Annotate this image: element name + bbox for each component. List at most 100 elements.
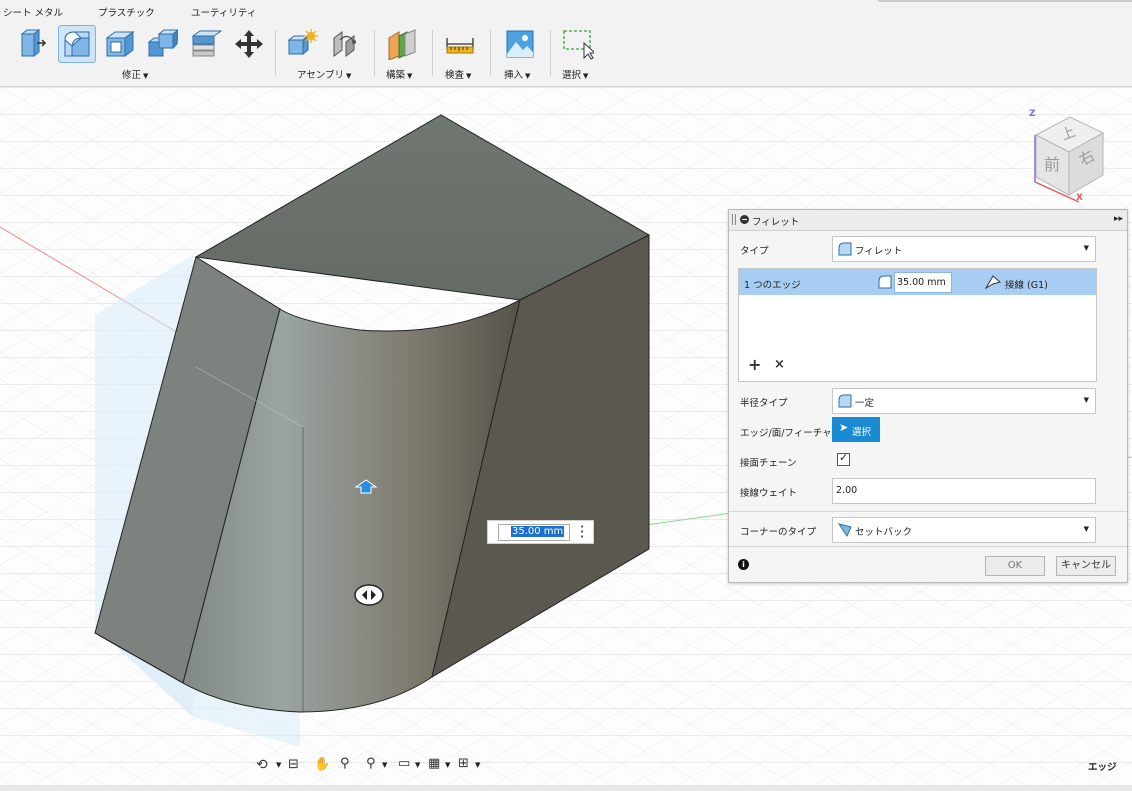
chevron-down-icon: ▼ [407, 72, 413, 80]
radius-icon [878, 275, 892, 289]
toolbar: シート メタル プラスチック ユーティリティ 修正 ▼ アセンブリ ▼ 構築 ▼ 検査… [0, 0, 1132, 87]
more-options-icon[interactable]: · · · [580, 521, 584, 542]
navigation-bar: ⟲ ▼ ⊟ ✋ ⚲ ⚲ ▼ ▭ ▼ ▦ ▼ ⊞ ▼ [252, 754, 492, 778]
new-component-button[interactable] [284, 26, 320, 62]
chevron-down-icon: ▼ [583, 72, 589, 80]
insert-image-button[interactable] [502, 26, 538, 62]
insert-label: 挿入 [504, 70, 524, 81]
joint-button[interactable] [328, 26, 364, 62]
select-button-label: 選択 [852, 427, 872, 438]
insert-menu[interactable]: 挿入 ▼ [504, 67, 530, 81]
press-pull-button[interactable] [15, 26, 51, 62]
move-button[interactable] [231, 26, 267, 62]
move-icon [235, 30, 263, 58]
chevron-down-icon: ▼ [346, 72, 352, 80]
divider [550, 30, 551, 76]
radius-type-label: 半径タイプ [740, 398, 788, 409]
select-window-icon [563, 30, 594, 60]
chevron-down-icon: ▼ [1083, 396, 1089, 404]
divider [729, 546, 1127, 547]
fit-icon[interactable]: ⚲ [366, 756, 376, 771]
offset-plane-button[interactable] [383, 26, 419, 62]
setback-icon [838, 523, 852, 537]
type-dropdown[interactable]: フィレット ▼ [832, 236, 1096, 262]
construct-menu[interactable]: 構築 ▼ [386, 67, 412, 81]
chevron-down-icon[interactable]: ▼ [475, 761, 480, 769]
offset-plane-icon [388, 29, 416, 60]
divider [729, 511, 1127, 512]
shell-icon [105, 31, 135, 57]
edge-list[interactable]: 1 つのエッジ 35.00 mm 接線 (G1) + × [738, 268, 1097, 382]
assemble-menu[interactable]: アセンブリ ▼ [297, 67, 351, 81]
viewports-icon[interactable]: ⊞ [458, 756, 469, 771]
inspect-menu[interactable]: 検査 ▼ [445, 67, 471, 81]
chevron-down-icon[interactable]: ▼ [276, 761, 281, 769]
radius-input[interactable]: 35.00 mm [894, 272, 952, 293]
fillet-button[interactable] [58, 25, 96, 63]
dimension-input-box: 35.00 mm · · · [487, 520, 594, 544]
corner-type-value: セットバック [855, 527, 913, 538]
fillet-handle-icon[interactable] [354, 584, 384, 606]
combine-button[interactable] [144, 26, 180, 62]
drag-handle-icon[interactable] [732, 214, 736, 225]
display-settings-icon[interactable]: ▭ [398, 756, 410, 771]
x-axis-label: X [1076, 193, 1083, 203]
modify-menu[interactable]: 修正 ▼ [122, 67, 148, 81]
construct-label: 構築 [386, 70, 406, 81]
fillet-icon [64, 31, 90, 57]
viewcube-icon [1034, 116, 1105, 203]
radius-type-dropdown[interactable]: 一定 ▼ [832, 388, 1096, 414]
divider [432, 30, 433, 76]
minus-icon [742, 219, 747, 220]
measure-button[interactable] [442, 26, 478, 62]
z-axis-label: Z [1029, 109, 1036, 119]
divider [374, 30, 375, 76]
shell-button[interactable] [101, 26, 137, 62]
orbit-icon[interactable]: ⟲ [256, 757, 268, 773]
info-icon[interactable]: i [738, 559, 749, 570]
ok-button[interactable]: OK [985, 556, 1045, 576]
select-window-button[interactable] [560, 26, 596, 62]
corner-type-label: コーナーのタイプ [740, 527, 817, 538]
continuity-value[interactable]: 接線 (G1) [1005, 277, 1048, 291]
divider [275, 30, 276, 76]
select-button[interactable]: ➤ 選択 [832, 417, 880, 442]
dimension-input[interactable]: 35.00 mm [498, 524, 570, 541]
tangent-chain-checkbox[interactable]: ✓ [837, 451, 850, 466]
type-value: フィレット [855, 246, 903, 257]
divider [878, 0, 1132, 2]
edge-row-label: 1 つのエッジ [744, 280, 801, 291]
chevron-down-icon[interactable]: ▼ [382, 761, 387, 769]
corner-type-dropdown[interactable]: セットバック ▼ [832, 517, 1096, 543]
tab-sheet-metal[interactable]: シート メタル [3, 5, 63, 19]
add-edge-button[interactable]: + [748, 355, 761, 374]
expand-icon[interactable]: ▸▸ [1114, 214, 1123, 224]
divider [490, 30, 491, 76]
grid-icon[interactable]: ▦ [428, 756, 440, 771]
edge-face-label: エッジ/面/フィーチャ [740, 428, 832, 439]
zoom-icon[interactable]: ⚲ [340, 756, 350, 771]
tangent-weight-value: 2.00 [836, 485, 858, 496]
cancel-button[interactable]: キャンセル [1056, 556, 1116, 576]
select-menu[interactable]: 選択 ▼ [562, 67, 588, 81]
radius-type-value: 一定 [855, 398, 875, 409]
edge-row[interactable]: 1 つのエッジ 35.00 mm 接線 (G1) [739, 269, 1096, 295]
chevron-down-icon: ▼ [143, 72, 149, 80]
remove-edge-button[interactable]: × [774, 357, 785, 372]
offset-face-icon [191, 30, 222, 57]
tab-plastic[interactable]: プラスチック [98, 5, 155, 19]
look-at-icon[interactable]: ⊟ [288, 757, 299, 772]
tab-utility[interactable]: ユーティリティ [191, 5, 256, 19]
dialog-header[interactable]: フィレット ▸▸ [729, 210, 1127, 231]
viewcube[interactable]: Z X 上 前 右 [1022, 107, 1122, 207]
offset-face-button[interactable] [188, 26, 224, 62]
viewcube-front-label[interactable]: 前 [1044, 151, 1060, 175]
chevron-down-icon[interactable]: ▼ [445, 761, 450, 769]
status-text: エッジ [1088, 762, 1117, 773]
fillet-dialog: フィレット ▸▸ タイプ フィレット ▼ 1 つのエッジ 35.00 mm 接線… [728, 209, 1128, 583]
chevron-down-icon[interactable]: ▼ [415, 761, 420, 769]
chevron-down-icon: ▼ [525, 72, 531, 80]
insert-image-icon [506, 30, 534, 58]
tangent-weight-input[interactable]: 2.00 [832, 478, 1096, 504]
pan-icon[interactable]: ✋ [314, 757, 330, 772]
